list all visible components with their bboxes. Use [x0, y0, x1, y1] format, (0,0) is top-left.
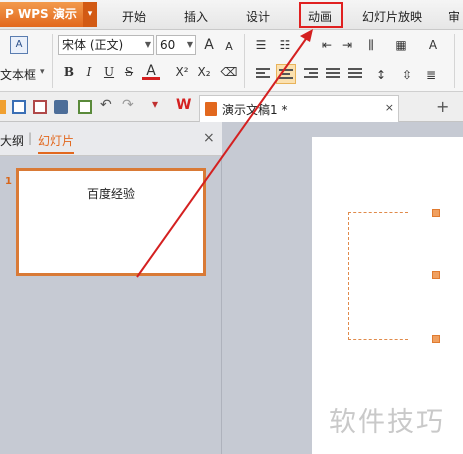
align-left-icon[interactable] [256, 68, 270, 80]
ribbon-separator [454, 34, 455, 88]
ribbon: A 文本框 ▾ 宋体 (正文) ▼ 60 ▼ A A B I U S A X² … [0, 30, 463, 92]
font-name-value: 宋体 (正文) [62, 38, 124, 52]
document-tab-close-icon[interactable]: × [385, 101, 394, 114]
redo-icon[interactable]: ↷ [122, 97, 136, 113]
textbox-icon: A [10, 36, 28, 54]
print-preview-icon[interactable] [78, 100, 92, 114]
wps-app-menu-button[interactable]: P WPS 演示 ▾ [0, 2, 97, 27]
slides-pane: 大纲 | 幻灯片 × 1 百度经验 [0, 122, 222, 454]
tab-start[interactable]: 开始 [122, 8, 146, 25]
decrease-indent-icon[interactable]: ⇤ [318, 36, 336, 54]
tab-slides[interactable]: 幻灯片 [38, 132, 75, 154]
customize-toolbar-icon[interactable]: ▾ [152, 97, 166, 111]
paragraph-spacing-icon[interactable]: ⇳ [398, 66, 416, 84]
bullet-list-icon[interactable]: ☰ [252, 36, 270, 54]
menu-bar: P WPS 演示 ▾ 开始 插入 设计 动画 幻灯片放映 审 [0, 0, 463, 30]
numbered-list-icon[interactable]: ☷ [276, 36, 294, 54]
save-icon[interactable] [12, 100, 26, 114]
selected-placeholder-border [348, 212, 408, 340]
justify-icon[interactable] [326, 68, 340, 80]
distribute-icon[interactable] [348, 68, 362, 80]
tab-design[interactable]: 设计 [246, 8, 270, 25]
strikethrough-button[interactable]: S [120, 63, 138, 81]
increase-indent-icon[interactable]: ⇥ [338, 36, 356, 54]
wps-logo-icon: W [176, 97, 192, 113]
font-color-button[interactable]: A [142, 62, 160, 80]
presentation-file-icon [205, 102, 217, 116]
resize-handle-bottom-left[interactable] [432, 335, 440, 343]
pane-tabs: 大纲 | 幻灯片 × [0, 122, 222, 156]
underline-button[interactable]: U [100, 63, 118, 81]
tab-slideshow[interactable]: 幻灯片放映 [362, 8, 422, 25]
paragraph-settings-icon[interactable]: ≣ [422, 66, 440, 84]
app-logo-text: P WPS 演示 [5, 7, 77, 21]
open-folder-icon[interactable] [0, 100, 6, 114]
textbox-caret-icon: ▾ [40, 67, 45, 77]
font-size-select[interactable]: 60 ▼ [156, 35, 196, 55]
shrink-font-button[interactable]: A [220, 38, 238, 56]
new-tab-button[interactable]: + [436, 97, 449, 116]
align-center-button[interactable] [276, 64, 296, 84]
subscript-button[interactable]: X₂ [193, 63, 215, 81]
export-pdf-icon[interactable] [33, 100, 47, 114]
quick-access-toolbar: ↶ ↷ ▾ W 演示文稿1 * × + [0, 92, 463, 122]
font-size-dropdown-icon: ▼ [186, 40, 193, 49]
pane-tab-divider: | [28, 131, 33, 145]
font-name-dropdown-icon: ▼ [144, 40, 151, 49]
textbox-label: 文本框 [0, 68, 37, 82]
tab-review[interactable]: 审 [448, 8, 460, 25]
resize-handle-top-left[interactable] [432, 209, 440, 217]
tab-outline[interactable]: 大纲 [0, 132, 24, 149]
document-tab-label: 演示文稿1 * [222, 103, 288, 117]
resize-handle-middle-left[interactable] [432, 271, 440, 279]
clear-format-icon[interactable]: ⌫ [220, 63, 238, 81]
line-spacing-icon[interactable]: ↕ [372, 66, 390, 84]
columns-icon[interactable]: ⫼ [362, 36, 380, 54]
superscript-button[interactable]: X² [171, 63, 193, 81]
text-frame-icon[interactable]: ▦ [392, 36, 410, 54]
font-size-value: 60 [160, 38, 176, 52]
align-right-icon[interactable] [304, 68, 318, 80]
print-icon[interactable] [54, 100, 68, 114]
slide-thumbnail-title: 百度经验 [86, 187, 135, 201]
grow-font-button[interactable]: A [200, 36, 218, 54]
slide-thumbnail[interactable]: 百度经验 [16, 168, 206, 276]
ribbon-separator [244, 34, 245, 88]
undo-icon[interactable]: ↶ [100, 97, 114, 113]
slide-number: 1 [5, 176, 12, 187]
ribbon-separator [52, 34, 53, 88]
watermark-text: 软件技巧 [329, 407, 445, 438]
app-menu-caret-icon[interactable]: ▾ [83, 2, 97, 27]
align-center-icon [279, 69, 293, 81]
animation-tab-highlight [299, 2, 343, 28]
textbox-button[interactable]: A 文本框 ▾ [0, 34, 48, 88]
text-direction-icon[interactable]: A [424, 36, 442, 54]
document-tab[interactable]: 演示文稿1 * × [199, 95, 399, 122]
close-pane-icon[interactable]: × [203, 130, 215, 146]
bold-button[interactable]: B [60, 63, 78, 81]
italic-button[interactable]: I [80, 63, 98, 81]
tab-insert[interactable]: 插入 [184, 8, 208, 25]
font-name-select[interactable]: 宋体 (正文) ▼ [58, 35, 154, 55]
